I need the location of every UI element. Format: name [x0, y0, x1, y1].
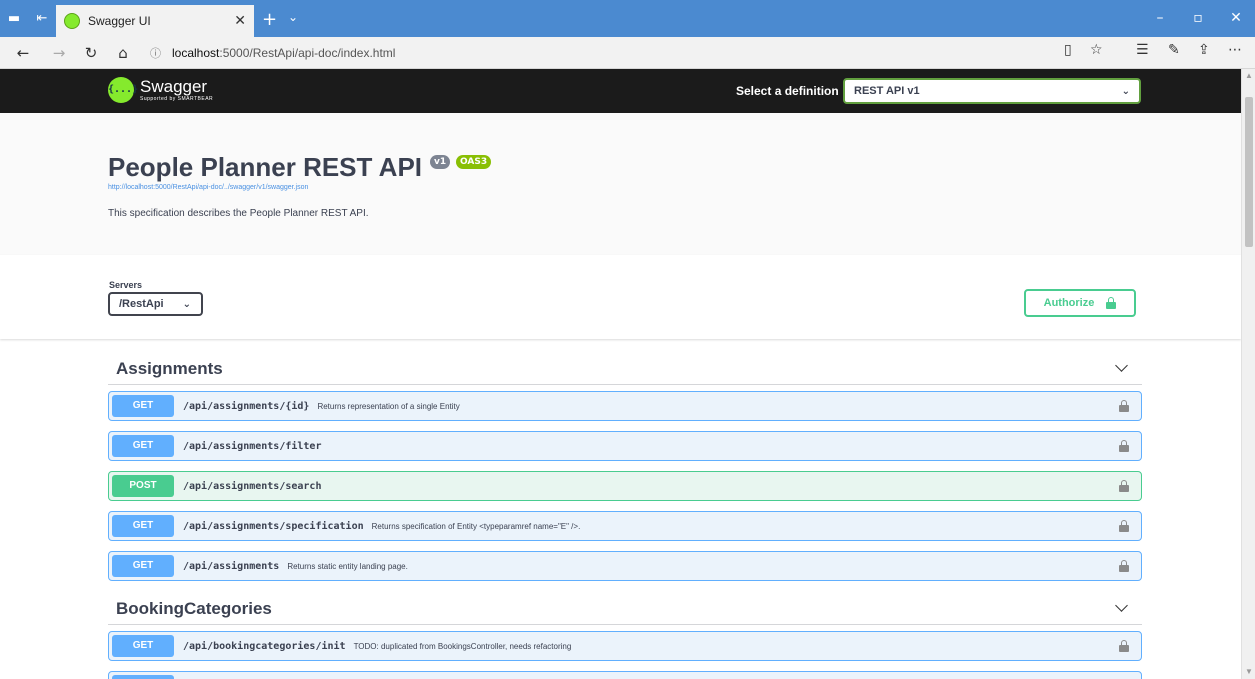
favorites-list-icon[interactable]: ☰: [1136, 42, 1149, 58]
operation-summary: Returns static entity landing page.: [287, 561, 408, 571]
maximize-icon[interactable]: ▫: [1179, 0, 1217, 37]
operation-summary: TODO: duplicated from BookingsController…: [353, 641, 572, 651]
tab-list-chevron-icon[interactable]: ⌄: [288, 10, 298, 24]
scroll-up-icon[interactable]: ▲: [1242, 69, 1255, 83]
method-badge: GET: [112, 395, 174, 417]
chevron-down-icon: ⌄: [1121, 85, 1130, 97]
operation-row[interactable]: GET /api/assignments/filter: [108, 431, 1142, 461]
api-info: People Planner REST API v1 OAS3 http://l…: [0, 113, 1241, 255]
operation-path: /api/bookingcategories/init: [183, 640, 346, 652]
logo-text-group: Swagger Supported by SMARTBEAR: [140, 78, 213, 102]
lock-icon[interactable]: [1119, 520, 1129, 532]
swagger-page: {...} Swagger Supported by SMARTBEAR Sel…: [0, 69, 1241, 679]
method-badge: POST: [112, 475, 174, 497]
url-path: :5000/RestApi/api-doc/index.html: [219, 46, 396, 60]
servers-label: Servers: [109, 280, 143, 290]
definition-select[interactable]: REST API v1 ⌄: [843, 78, 1141, 104]
operation-row[interactable]: GET /api/assignments Returns static enti…: [108, 551, 1142, 581]
version-badge: v1: [430, 155, 451, 169]
window-controls: – ▫ ✕: [1141, 0, 1255, 37]
home-icon[interactable]: ⌂: [112, 42, 134, 64]
swagger-logo-icon: {...}: [108, 77, 138, 103]
scrollbar-thumb[interactable]: [1245, 97, 1253, 247]
swagger-topbar: {...} Swagger Supported by SMARTBEAR Sel…: [0, 69, 1241, 113]
oas-badge: OAS3: [456, 155, 492, 169]
operation-path: /api/assignments/filter: [183, 440, 322, 452]
spec-json-link[interactable]: http://localhost:5000/RestApi/api-doc/..…: [108, 184, 308, 191]
method-badge: GET: [112, 635, 174, 657]
close-window-icon[interactable]: ✕: [1217, 0, 1255, 37]
operation-summary: Returns specification of Entity <typepar…: [371, 521, 581, 531]
forward-icon[interactable]: →: [48, 42, 70, 64]
lock-icon[interactable]: [1119, 400, 1129, 412]
servers-selected: /RestApi: [119, 298, 164, 310]
lock-icon[interactable]: [1119, 560, 1129, 572]
logo-name: Swagger: [140, 77, 208, 96]
tag-header[interactable]: Assignments: [108, 353, 1142, 385]
operation-row[interactable]: GET /api/assignments/specification Retur…: [108, 511, 1142, 541]
operation-row[interactable]: GET /api/bookingcategories/init TODO: du…: [108, 631, 1142, 661]
chevron-down-icon: ⌄: [182, 298, 191, 310]
unlock-icon: [1106, 297, 1117, 309]
definition-label: Select a definition: [736, 84, 839, 98]
more-options-icon[interactable]: ⋯: [1228, 42, 1242, 58]
site-info-icon[interactable]: ⓘ: [150, 45, 166, 61]
operation-path: /api/assignments: [183, 560, 280, 572]
method-badge: GET: [112, 435, 174, 457]
address-bar: ← → ↻ ⌂ ⓘ localhost:5000/RestApi/api-doc…: [0, 37, 1255, 69]
tab-manager-icon[interactable]: ▬: [0, 11, 28, 26]
chevron-down-icon: [1115, 359, 1128, 372]
tab-title: Swagger UI: [88, 14, 151, 28]
api-description: This specification describes the People …: [108, 208, 369, 219]
operation-row[interactable]: GET /api/assignments/{id} Returns repres…: [108, 391, 1142, 421]
method-badge: GET: [112, 555, 174, 577]
tag-header[interactable]: BookingCategories: [108, 593, 1142, 625]
favorite-star-icon[interactable]: ☆: [1090, 42, 1103, 58]
operation-summary: Returns representation of a single Entit…: [317, 401, 460, 411]
servers-section: Servers /RestApi ⌄ Authorize: [0, 255, 1241, 339]
method-badge: GET: [112, 515, 174, 537]
lock-icon[interactable]: [1119, 440, 1129, 452]
browser-tab-bar: ▬ ⇤ Swagger UI ✕ + ⌄ – ▫ ✕: [0, 0, 1255, 37]
set-aside-tabs-icon[interactable]: ⇤: [28, 11, 56, 26]
lock-icon[interactable]: [1119, 480, 1129, 492]
tag-name: BookingCategories: [116, 598, 272, 618]
chevron-down-icon: [1115, 599, 1128, 612]
back-icon[interactable]: ←: [12, 42, 34, 64]
servers-select[interactable]: /RestApi ⌄: [108, 292, 203, 316]
operation-path: /api/assignments/{id}: [183, 400, 310, 412]
refresh-icon[interactable]: ↻: [80, 42, 102, 64]
swagger-favicon-icon: [64, 13, 80, 29]
lock-icon[interactable]: [1119, 640, 1129, 652]
share-icon[interactable]: ⇪: [1198, 42, 1210, 58]
operation-path: /api/assignments/search: [183, 480, 322, 492]
swagger-logo[interactable]: {...} Swagger Supported by SMARTBEAR: [108, 77, 213, 103]
scroll-down-icon[interactable]: ▼: [1242, 665, 1255, 679]
authorize-label: Authorize: [1043, 297, 1095, 309]
tag-name: Assignments: [116, 358, 223, 378]
url-host: localhost: [172, 46, 220, 60]
new-tab-icon[interactable]: +: [262, 9, 277, 30]
reading-view-icon[interactable]: ▯: [1064, 42, 1072, 58]
method-badge: [112, 675, 174, 679]
operation-path: /api/assignments/specification: [183, 520, 364, 532]
page-scrollbar[interactable]: ▲ ▼: [1241, 69, 1255, 679]
operation-row[interactable]: POST /api/assignments/search: [108, 471, 1142, 501]
logo-subtext: Supported by SMARTBEAR: [140, 96, 214, 102]
close-tab-icon[interactable]: ✕: [234, 13, 246, 29]
pen-icon[interactable]: ✎: [1168, 42, 1180, 58]
url-input[interactable]: ⓘ localhost:5000/RestApi/api-doc/index.h…: [150, 41, 1110, 65]
authorize-button[interactable]: Authorize: [1024, 289, 1136, 317]
minimize-icon[interactable]: –: [1141, 0, 1179, 37]
page-title: People Planner REST API: [108, 152, 423, 182]
browser-tab[interactable]: Swagger UI ✕: [56, 5, 254, 37]
definition-value: REST API v1: [854, 85, 920, 97]
operation-row-partial[interactable]: [108, 671, 1142, 679]
